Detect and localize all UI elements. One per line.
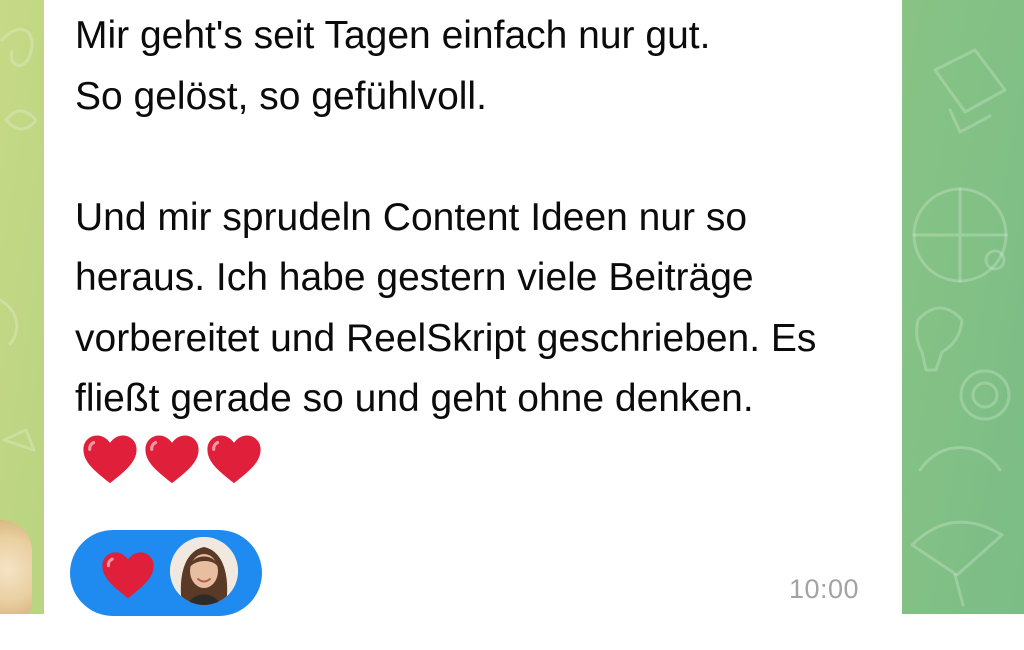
message-body: Mir geht's seit Tagen einfach nur gut. S…	[75, 14, 817, 420]
heart-icon	[207, 435, 261, 483]
heart-icon	[145, 435, 199, 483]
reaction-pill[interactable]	[70, 530, 262, 616]
message-text: Mir geht's seit Tagen einfach nur gut. S…	[75, 6, 885, 500]
avatar[interactable]	[170, 537, 238, 605]
heart-icon	[83, 435, 137, 483]
heart-icon	[102, 552, 154, 599]
message-emoji-group	[81, 430, 263, 488]
sender-avatar-edge[interactable]	[0, 520, 32, 614]
message-timestamp: 10:00	[789, 574, 860, 604]
avatar-photo	[170, 537, 238, 605]
